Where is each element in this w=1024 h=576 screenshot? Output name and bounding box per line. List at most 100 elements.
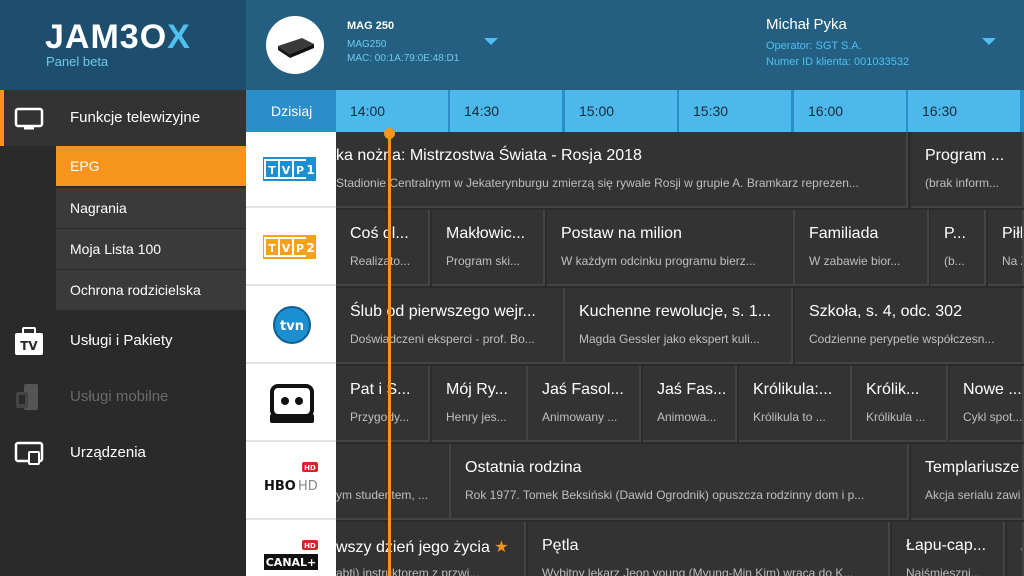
program-cell[interactable]: Postaw na milion W każdym odcinku progra…: [547, 210, 795, 286]
program-description: Stadionie Centralnym w Jekaterynburgu zm…: [336, 176, 859, 190]
program-cell[interactable]: Ślub od pierwszego wejr... Doświadczeni …: [336, 288, 565, 364]
tv-monitor-icon: [14, 107, 44, 130]
program-cell[interactable]: Jaś Fasol... Animowany ...: [528, 366, 641, 442]
svg-text:P: P: [296, 242, 304, 255]
time-slot[interactable]: 16:30: [908, 90, 1020, 132]
sidebar-subitem-my-list[interactable]: Moja Lista 100: [56, 229, 246, 270]
program-title: Coś dl...: [350, 225, 409, 242]
program-title: P...: [944, 225, 966, 242]
mobile-device-icon: [16, 384, 38, 410]
program-description: W każdym odcinku programu bierz...: [561, 254, 756, 268]
user-client-id: Numer ID klienta: 001033532: [766, 56, 910, 68]
program-cell[interactable]: Z: [1007, 522, 1024, 576]
program-title: Templariusze: [925, 459, 1020, 476]
favorite-star-icon[interactable]: ★: [494, 539, 508, 556]
channel-tvp2[interactable]: T V P 2: [246, 210, 336, 286]
program-cell[interactable]: P... (b...: [930, 210, 986, 286]
app-window: JAM3OX Panel beta MAG 250 MAG250 MAC: 00…: [0, 0, 1024, 576]
panel-subtitle: Panel beta: [46, 54, 109, 69]
program-description: Akcja serialu zawi: [925, 488, 1021, 502]
device-dropdown-chevron-icon[interactable]: [484, 38, 498, 45]
user-dropdown-chevron-icon[interactable]: [982, 38, 996, 45]
hbo-hd-logo-icon: HD HBO HD: [264, 462, 318, 494]
time-slot[interactable]: 16:00: [794, 90, 906, 132]
time-slot[interactable]: 15:00: [565, 90, 677, 132]
program-cell[interactable]: Królikula:... Królikula to ...: [739, 366, 852, 442]
svg-text:HD: HD: [298, 479, 318, 494]
time-slot[interactable]: 14:30: [450, 90, 562, 132]
program-title: Ostatnia rodzina: [465, 459, 582, 476]
program-cell[interactable]: Ostatnia rodzina Rok 1977. Tomek Beksińs…: [451, 444, 909, 520]
time-bar: 14:00 14:30 15:00 15:30 16:00 16:30: [336, 90, 1024, 132]
channel-tvn[interactable]: tvn: [246, 288, 336, 364]
channel-tvp1[interactable]: T V P 1: [246, 132, 336, 208]
channel-hbo-hd[interactable]: HD HBO HD: [246, 444, 336, 520]
user-name: Michał Pyka: [766, 16, 847, 33]
sidebar-item-services[interactable]: TV Usługi i Pakiety: [0, 313, 246, 369]
sidebar-item-tv-functions[interactable]: Funkcje telewizyjne: [0, 90, 246, 146]
program-cell[interactable]: Królik... Królikula ...: [852, 366, 948, 442]
epg-grid: ka nożna: Mistrzostwa Świata - Rosja 201…: [336, 132, 1024, 576]
today-button[interactable]: Dzisiaj: [246, 90, 336, 132]
program-title: Królik...: [866, 381, 920, 398]
set-top-box-image: [266, 16, 324, 74]
sidebar-subitem-label: Ochrona rodzicielska: [70, 282, 201, 298]
svg-text:tvn: tvn: [280, 319, 304, 334]
program-cell[interactable]: wszy dzień jego życia ★ abti) instruktor…: [336, 522, 526, 576]
jambox-logo[interactable]: JAM3OX: [45, 19, 191, 55]
program-cell[interactable]: Piłk Na Z: [988, 210, 1024, 286]
program-title: Familiada: [809, 225, 879, 242]
sidebar-item-devices[interactable]: Urządzenia: [0, 425, 246, 481]
sidebar-subitem-parental-control[interactable]: Ochrona rodzicielska: [56, 270, 246, 311]
sidebar-subitem-label: EPG: [70, 158, 100, 174]
program-description: Doświadczeni eksperci - prof. Bo...: [350, 332, 535, 346]
program-cell[interactable]: Pat i S... Przygody...: [336, 366, 430, 442]
program-description: Animowany ...: [542, 410, 618, 424]
account-header: MAG 250 MAG250 MAC: 00:1A:79:0E:48:D1 Mi…: [246, 0, 1024, 90]
program-cell[interactable]: Jaś Fas... Animowa...: [643, 366, 737, 442]
program-description: Magda Gessler jako ekspert kuli...: [579, 332, 760, 346]
program-title: wszy dzień jego życia ★: [336, 539, 509, 556]
svg-text:TV: TV: [20, 339, 38, 353]
program-title: Mój Ry...: [446, 381, 508, 398]
program-cell[interactable]: Kuchenne rewolucje, s. 1... Magda Gessle…: [565, 288, 793, 364]
svg-text:HBO: HBO: [264, 479, 296, 494]
sidebar-subitem-epg[interactable]: EPG: [56, 146, 258, 187]
program-cell[interactable]: Familiada W zabawie bior...: [795, 210, 929, 286]
program-cell[interactable]: Makłowic... Program ski...: [432, 210, 545, 286]
brand-panel: JAM3OX Panel beta: [0, 0, 246, 90]
sidebar-label: Funkcje telewizyjne: [70, 109, 201, 126]
program-cell[interactable]: ka nożna: Mistrzostwa Świata - Rosja 201…: [336, 132, 908, 208]
program-title: Program ...: [925, 147, 1005, 164]
program-description: Program ski...: [446, 254, 521, 268]
svg-text:T: T: [268, 242, 276, 255]
device-name: MAG 250: [347, 20, 395, 32]
program-description: abti) instruktorem z przwi...: [336, 566, 480, 576]
program-description: Rok 1977. Tomek Beksiński (Dawid Ogrodni…: [465, 488, 865, 502]
program-cell[interactable]: Nowe ... Cykl spot...: [949, 366, 1024, 442]
boomerang-logo-icon: [270, 384, 314, 423]
sidebar-subitem-recordings[interactable]: Nagrania: [56, 188, 246, 229]
sidebar-label: Urządzenia: [70, 444, 146, 461]
svg-text:HD: HD: [304, 464, 316, 472]
program-cell[interactable]: Coś dl... Realizato...: [336, 210, 430, 286]
program-cell[interactable]: Pętla Wybitny lekarz Jeon young (Myung-M…: [528, 522, 890, 576]
program-cell[interactable]: Łapu-cap... Najśmieszni...: [892, 522, 1005, 576]
channel-column: T V P 1 T V P 2 tvn HD HBO HD HD CANAL+: [246, 132, 336, 576]
svg-text:V: V: [282, 164, 291, 177]
program-cell[interactable]: Mój Ry... Henry jes...: [432, 366, 528, 442]
program-title: Makłowic...: [446, 225, 526, 242]
program-title: Ślub od pierwszego wejr...: [350, 303, 536, 320]
time-slot[interactable]: 14:00: [336, 90, 448, 132]
program-title: Postaw na milion: [561, 225, 682, 242]
time-slot[interactable]: 15:30: [679, 90, 791, 132]
program-title: Królikula:...: [753, 381, 833, 398]
program-cell[interactable]: Templariusze Akcja serialu zawi: [911, 444, 1024, 520]
channel-boomerang[interactable]: [246, 366, 336, 442]
program-title: Pętla: [542, 537, 579, 554]
channel-canal-plus-hd[interactable]: HD CANAL+: [246, 522, 336, 576]
program-cell[interactable]: Program ... (brak inform...: [911, 132, 1024, 208]
program-cell[interactable]: Szkoła, s. 4, odc. 302 Codzienne perypet…: [795, 288, 1024, 364]
program-cell[interactable]: ym studentem, ...: [336, 444, 451, 520]
tvp2-logo-icon: T V P 2: [263, 235, 316, 259]
